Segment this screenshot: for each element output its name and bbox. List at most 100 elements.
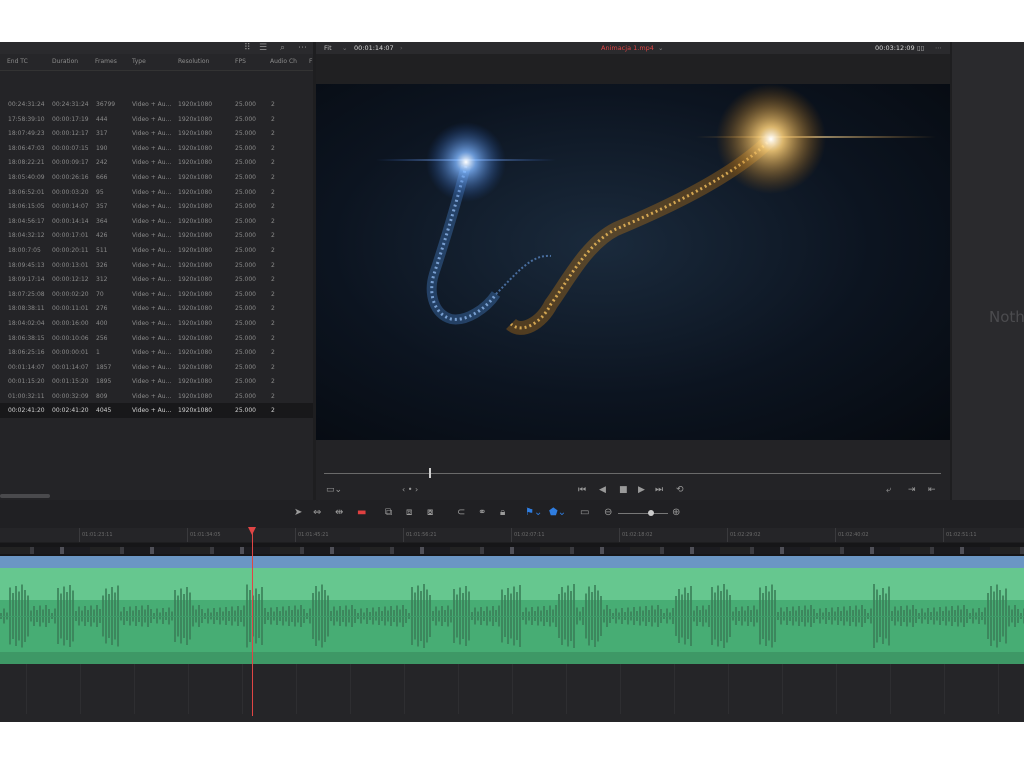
mark-icon[interactable]: ⇤ <box>928 484 936 496</box>
table-row[interactable]: 18:06:47:03 00:00:07:15 190 Video + Au... 19… <box>0 141 313 156</box>
zoom-in-icon[interactable]: ⊕ <box>672 507 680 519</box>
table-cell: 2 <box>271 349 275 357</box>
table-cell: 1920x1080 <box>178 232 213 240</box>
table-cell: 511 <box>96 246 108 254</box>
col-end-tc[interactable]: End TC <box>7 58 28 65</box>
table-row[interactable]: 18:04:56:17 00:00:14:14 364 Video + Au... 19… <box>0 214 313 229</box>
video-frame <box>316 84 950 440</box>
list-view-icon[interactable]: ☰ <box>259 43 267 53</box>
lock-icon[interactable]: 🔒︎ <box>500 507 505 519</box>
overwrite-clip-icon[interactable]: ⧈ <box>406 507 412 519</box>
next-edit-icon[interactable]: ⇥ <box>908 484 916 496</box>
table-row[interactable]: 00:24:31:24 00:24:31:24 36799 Video + Au...… <box>0 97 313 112</box>
clip-name[interactable]: Animacja 1.mp4 <box>601 42 654 54</box>
media-pool-list: 00:24:31:24 00:24:31:24 36799 Video + Au...… <box>0 97 313 419</box>
col-fps[interactable]: FPS <box>235 58 246 65</box>
viewer-scrub-bar[interactable] <box>324 473 941 474</box>
zoom-select[interactable]: Fit <box>324 42 332 54</box>
table-row[interactable]: 00:02:41:20 00:02:41:20 4045 Video + Au... 1… <box>0 403 313 419</box>
table-row[interactable]: 17:58:39:10 00:00:17:19 444 Video + Au... 19… <box>0 112 313 127</box>
table-row[interactable]: 18:07:25:08 00:00:02:20 70 Video + Au... 192… <box>0 287 313 302</box>
media-pool-scrollbar[interactable] <box>0 494 50 498</box>
table-row[interactable]: 18:08:38:11 00:00:11:01 276 Video + Au... 19… <box>0 301 313 316</box>
playhead-handle[interactable] <box>248 527 256 535</box>
chevron-down-icon[interactable]: ⌄ <box>342 42 347 54</box>
play-icon[interactable]: ▶ <box>638 484 645 496</box>
table-row[interactable]: 18:08:22:21 00:00:09:17 242 Video + Au... 19… <box>0 155 313 170</box>
replace-clip-icon[interactable]: ⧇ <box>427 507 433 519</box>
video-clip[interactable] <box>0 556 1024 568</box>
flag-icon[interactable]: ⚑⌄ <box>525 507 542 519</box>
table-cell: 2 <box>271 144 275 152</box>
zoom-slider[interactable] <box>618 513 668 514</box>
table-row[interactable]: 18:06:38:15 00:00:10:06 256 Video + Au... 19… <box>0 331 313 346</box>
linked-selection-icon[interactable]: ⚭ <box>478 507 486 519</box>
chevron-right-icon[interactable]: › <box>400 42 403 54</box>
table-row[interactable]: 00:01:14:07 00:01:14:07 1857 Video + Au... 1… <box>0 360 313 375</box>
more-options-icon[interactable]: ⋯ <box>298 43 307 53</box>
loop-icon[interactable]: ⟲ <box>676 484 684 496</box>
table-cell: 25.000 <box>235 188 256 196</box>
col-type[interactable]: Type <box>132 58 146 65</box>
table-cell: 2 <box>271 159 275 167</box>
table-row[interactable]: 18:04:32:12 00:00:17:01 426 Video + Au... 19… <box>0 228 313 243</box>
table-row[interactable]: 18:07:49:23 00:00:12:17 317 Video + Au... 19… <box>0 126 313 141</box>
jog-control-icon[interactable]: ‹ • › <box>402 484 418 496</box>
table-row[interactable]: 18:04:02:04 00:00:16:00 400 Video + Au... 19… <box>0 316 313 331</box>
thumbnail-grid-icon[interactable]: ⠿ <box>244 43 251 53</box>
video-track-thumbnails[interactable] <box>0 543 1024 556</box>
go-to-start-icon[interactable]: ⏮ <box>578 484 586 496</box>
table-cell: 242 <box>96 159 108 167</box>
table-cell: Video + Au... <box>132 173 172 181</box>
table-cell: 25.000 <box>235 173 256 181</box>
full-extent-zoom-icon[interactable]: ▭ <box>580 507 589 519</box>
snapping-icon[interactable]: ⊂ <box>457 507 465 519</box>
insert-clip-icon[interactable]: ⧉ <box>385 507 392 519</box>
blade-tool-icon[interactable]: ▬ <box>357 507 366 519</box>
search-icon[interactable]: ⌕ <box>280 43 285 53</box>
go-to-end-icon[interactable]: ⏭ <box>655 484 663 496</box>
match-frame-icon[interactable]: ⤶ <box>886 484 891 496</box>
ruler-timecode: 01:01:45:21 <box>295 528 329 542</box>
clip-menu-chevron-icon[interactable]: ⌄ <box>658 42 663 54</box>
table-cell: 25.000 <box>235 334 256 342</box>
trim-tool-icon[interactable]: ⇔ <box>313 507 321 519</box>
col-f[interactable]: F <box>309 58 312 65</box>
zoom-out-icon[interactable]: ⊖ <box>604 507 612 519</box>
table-cell: Video + Au... <box>132 334 172 342</box>
table-row[interactable]: 18:06:15:05 00:00:14:07 357 Video + Au... 19… <box>0 199 313 214</box>
viewer-mode-icon[interactable]: ▭⌄ <box>326 484 342 496</box>
table-row[interactable]: 18:09:45:13 00:00:13:01 326 Video + Au... 19… <box>0 258 313 273</box>
col-duration[interactable]: Duration <box>52 58 78 65</box>
table-row[interactable]: 18:05:40:09 00:00:26:16 666 Video + Au... 19… <box>0 170 313 185</box>
dual-viewer-icon[interactable]: ▯▯ <box>917 42 924 54</box>
table-cell: 00:24:31:24 <box>52 101 89 108</box>
selection-tool-icon[interactable]: ➤ <box>294 507 302 519</box>
col-resolution[interactable]: Resolution <box>178 58 209 65</box>
table-row[interactable]: 01:00:32:11 00:00:32:09 809 Video + Au... 19… <box>0 389 313 404</box>
timeline-gridline <box>458 664 459 714</box>
table-cell: 18:08:38:11 <box>8 305 45 313</box>
table-row[interactable]: 18:06:52:01 00:00:03:20 95 Video + Au... 192… <box>0 185 313 200</box>
play-reverse-icon[interactable]: ◀ <box>599 484 606 496</box>
table-row[interactable]: 18:09:17:14 00:00:12:12 312 Video + Au... 19… <box>0 272 313 287</box>
viewer-options-icon[interactable]: ⋯ <box>935 42 942 54</box>
table-cell: Video + Au... <box>132 392 172 400</box>
col-audio-ch[interactable]: Audio Ch <box>270 58 297 65</box>
timeline-playhead[interactable] <box>252 528 253 716</box>
zoom-slider-handle[interactable] <box>648 510 654 516</box>
table-cell: 01:00:32:11 <box>8 392 45 400</box>
col-frames[interactable]: Frames <box>95 58 117 65</box>
table-cell: 2 <box>271 319 275 327</box>
stop-icon[interactable]: ■ <box>619 484 628 496</box>
table-row[interactable]: 00:01:15:20 00:01:15:20 1895 Video + Au... 1… <box>0 374 313 389</box>
table-row[interactable]: 18:06:25:16 00:00:00:01 1 Video + Au... 1920… <box>0 345 313 360</box>
table-row[interactable]: 18:00:7:05 00:00:20:11 511 Video + Au... 192… <box>0 243 313 258</box>
audio-clip[interactable] <box>0 568 1024 664</box>
table-cell: 2 <box>271 130 275 138</box>
timeline-ruler[interactable]: 01:01:23:11 01:01:34:05 01:01:45:21 01:01:5… <box>0 528 1024 542</box>
timeline-timecode: 00:03:12:09 <box>875 44 915 52</box>
marker-icon[interactable]: ⬟⌄ <box>549 507 566 519</box>
viewer-scrub-playhead[interactable] <box>428 468 431 478</box>
dynamic-trim-icon[interactable]: ⇹ <box>335 507 343 519</box>
